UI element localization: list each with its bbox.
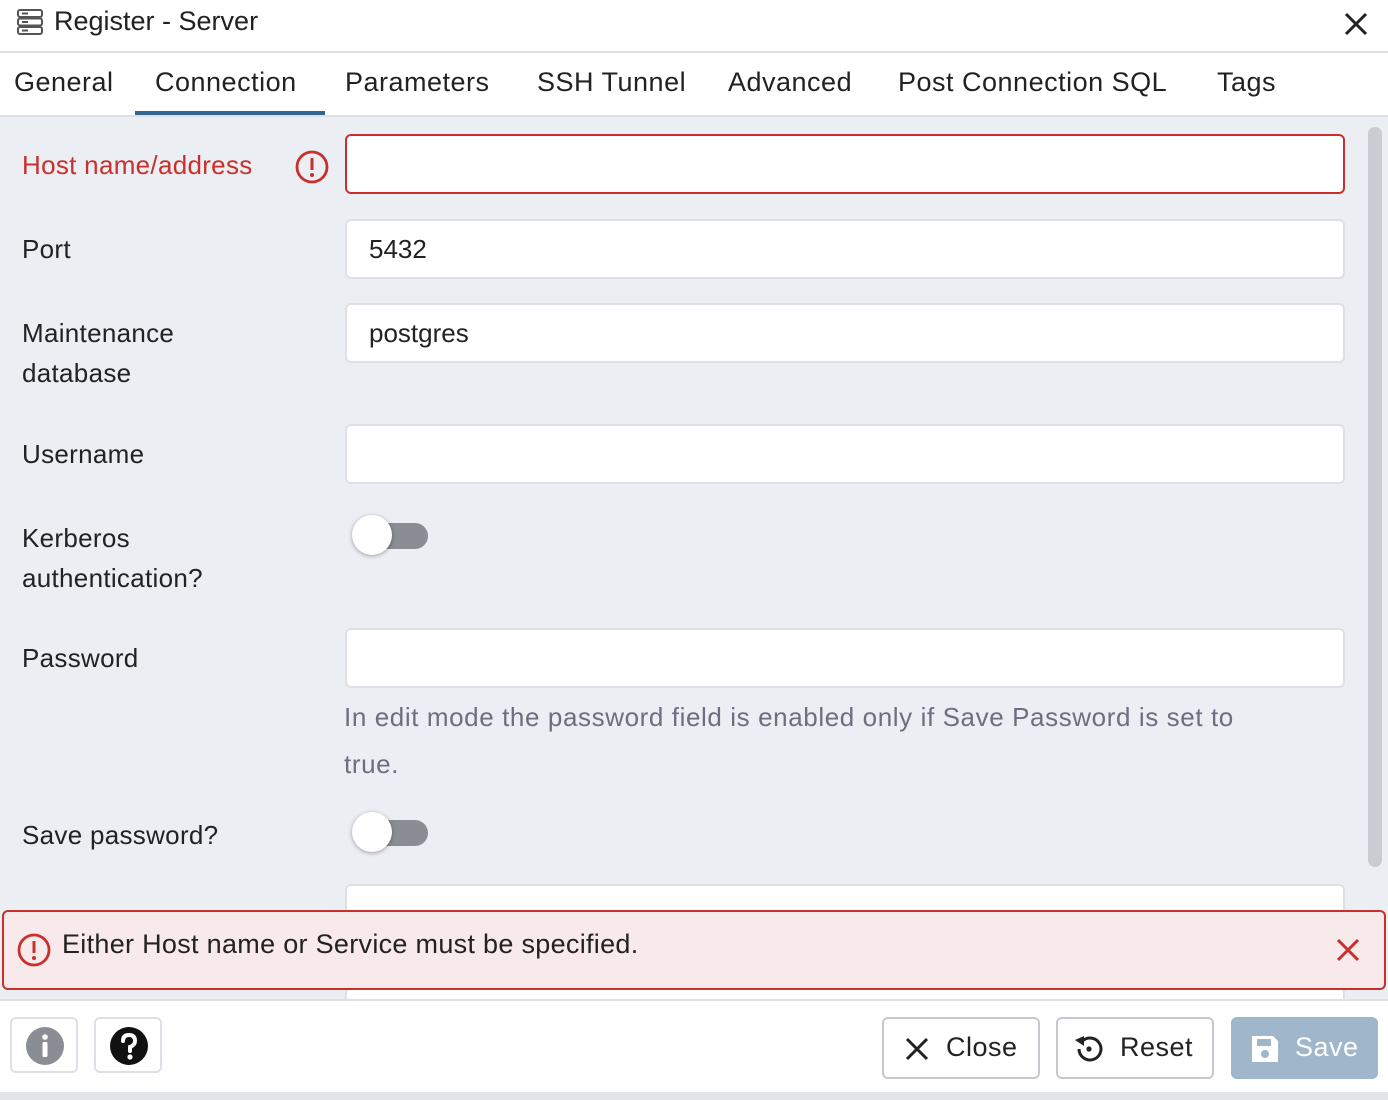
close-icon[interactable] (1332, 934, 1364, 966)
kerberos-toggle[interactable] (350, 514, 430, 556)
info-button[interactable] (10, 1017, 78, 1073)
save-button[interactable]: Save (1231, 1017, 1378, 1079)
port-label: Port (22, 234, 71, 264)
toggle-knob (352, 515, 392, 555)
reset-icon (1075, 1036, 1103, 1062)
active-tab-indicator (135, 111, 325, 115)
tab-post-connection-sql[interactable]: Post Connection SQL (898, 67, 1167, 98)
host-input[interactable] (345, 134, 1345, 194)
save-password-label: Save password? (22, 820, 219, 850)
server-icon (17, 9, 43, 35)
toggle-knob (352, 812, 392, 852)
close-button[interactable]: Close (882, 1017, 1040, 1079)
close-button-label: Close (946, 1032, 1018, 1062)
tab-ssh-tunnel[interactable]: SSH Tunnel (537, 67, 686, 98)
help-icon (110, 1027, 148, 1065)
error-message: Either Host name or Service must be spec… (62, 929, 639, 959)
kerberos-label-line2: authentication? (22, 563, 203, 593)
tab-connection[interactable]: Connection (155, 67, 297, 98)
tab-advanced[interactable]: Advanced (728, 67, 852, 98)
info-icon (26, 1027, 64, 1065)
tab-parameters[interactable]: Parameters (345, 67, 490, 98)
error-banner: Either Host name or Service must be spec… (2, 910, 1386, 990)
save-password-toggle[interactable] (350, 811, 430, 853)
maintenance-db-input[interactable]: postgres (345, 303, 1345, 363)
close-icon[interactable] (1338, 6, 1374, 42)
save-button-label: Save (1295, 1032, 1359, 1062)
dialog-footer: Close Reset Save (0, 999, 1388, 1100)
password-help-line1: In edit mode the password field is enabl… (344, 702, 1234, 732)
reset-button-label: Reset (1120, 1032, 1194, 1062)
password-help-line2: true. (344, 749, 400, 779)
help-button[interactable] (94, 1017, 162, 1073)
host-label: Host name/address (22, 150, 253, 180)
password-input[interactable] (345, 628, 1345, 688)
maintenance-db-label-line1: Maintenance (22, 318, 175, 348)
connection-form: Host name/address Port 5432 Maintenance … (0, 117, 1388, 999)
bottom-edge (0, 1092, 1388, 1100)
password-label: Password (22, 643, 139, 673)
error-icon (17, 933, 51, 967)
save-icon (1252, 1036, 1278, 1062)
close-icon (905, 1037, 929, 1061)
form-scrollbar[interactable] (1368, 127, 1382, 867)
username-input[interactable] (345, 424, 1345, 484)
dialog-titlebar: Register - Server (0, 0, 1388, 53)
tab-tags[interactable]: Tags (1217, 67, 1276, 98)
maintenance-db-label-line2: database (22, 358, 132, 388)
port-input[interactable]: 5432 (345, 219, 1345, 279)
reset-button[interactable]: Reset (1056, 1017, 1214, 1079)
tab-bar: General Connection Parameters SSH Tunnel… (0, 55, 1388, 117)
tab-general[interactable]: General (14, 67, 114, 98)
kerberos-label-line1: Kerberos (22, 523, 130, 553)
username-label: Username (22, 439, 145, 469)
error-icon (295, 150, 329, 184)
dialog-title: Register - Server (54, 6, 259, 36)
